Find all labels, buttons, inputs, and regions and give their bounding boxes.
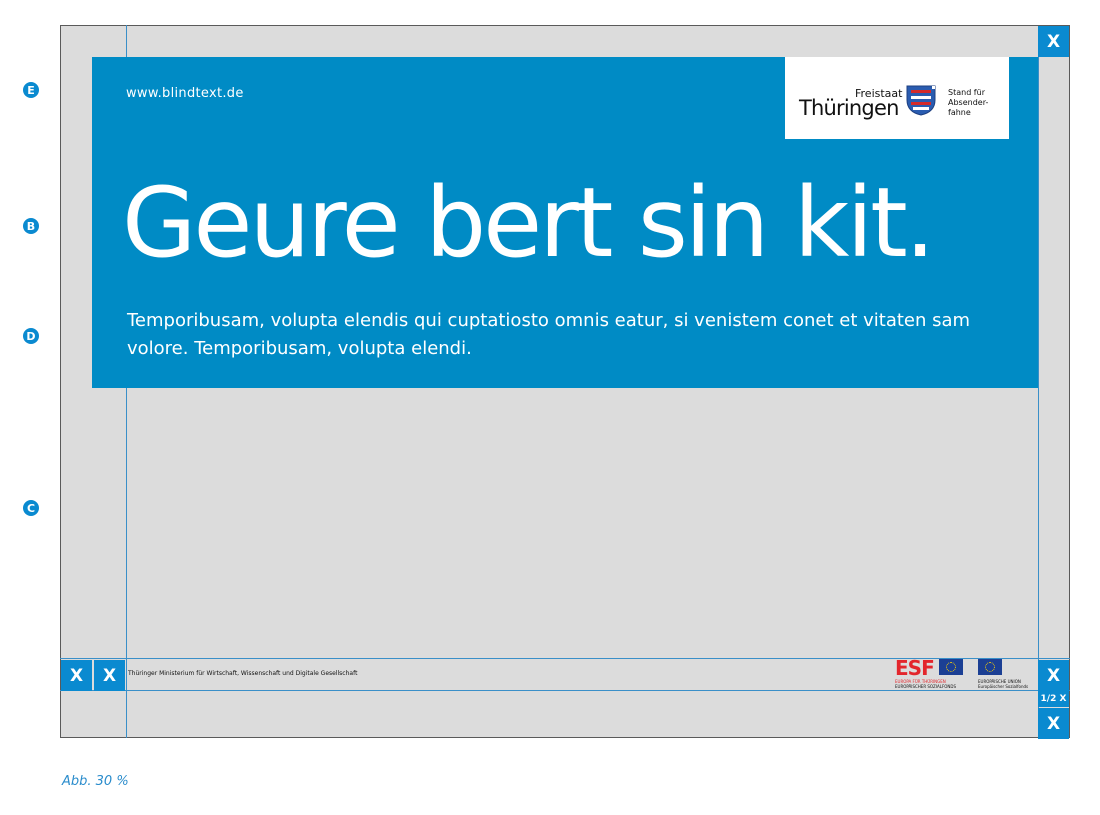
logo-name-text: Thüringen [799, 96, 899, 120]
esf-logo-text: ESF [895, 656, 935, 680]
marker-d: D [23, 328, 39, 344]
eu-stars-icon [946, 662, 956, 672]
logo-slogan-line: Stand für [948, 88, 985, 97]
figure-caption: Abb. 30 % [62, 774, 129, 789]
marker-e: E [23, 82, 39, 98]
spacing-x-box: X [61, 660, 92, 691]
logo-slogan: Stand für Absender- fahne [948, 88, 1008, 118]
coat-of-arms-icon [906, 85, 936, 116]
esf-subtitle-2: EUROPÄISCHER SOZIALFONDS [895, 684, 957, 689]
marker-c: C [23, 500, 39, 516]
eu-flag-icon [939, 659, 963, 675]
guide-line-right [1038, 57, 1039, 738]
eu-subtitle-2: Europäischer Sozialfonds [978, 684, 1029, 689]
spacing-x-box: X [1038, 26, 1069, 57]
spacing-half-x-box: 1/2 X [1038, 691, 1069, 707]
logo-slogan-line: fahne [948, 108, 971, 117]
spacing-x-box: X [94, 660, 125, 691]
headline-panel: www.blindtext.de Geure bert sin kit. Tem… [92, 57, 1038, 388]
spacing-x-box: X [1038, 660, 1069, 691]
thueringen-logo: Freistaat Thüringen Stand für Absender- … [785, 57, 1009, 139]
marker-b: B [23, 218, 39, 234]
spacing-x-box: X [1038, 708, 1069, 739]
body-text: Temporibusam, volupta elendis qui cuptat… [127, 310, 971, 359]
ministry-text: Thüringer Ministerium für Wirtschaft, Wi… [128, 670, 358, 677]
eu-flag-icon [978, 659, 1002, 675]
url-text: www.blindtext.de [126, 86, 244, 101]
logo-slogan-line: Absender- [948, 98, 989, 107]
headline: Geure bert sin kit. [122, 167, 935, 279]
eu-stars-icon [985, 662, 995, 672]
